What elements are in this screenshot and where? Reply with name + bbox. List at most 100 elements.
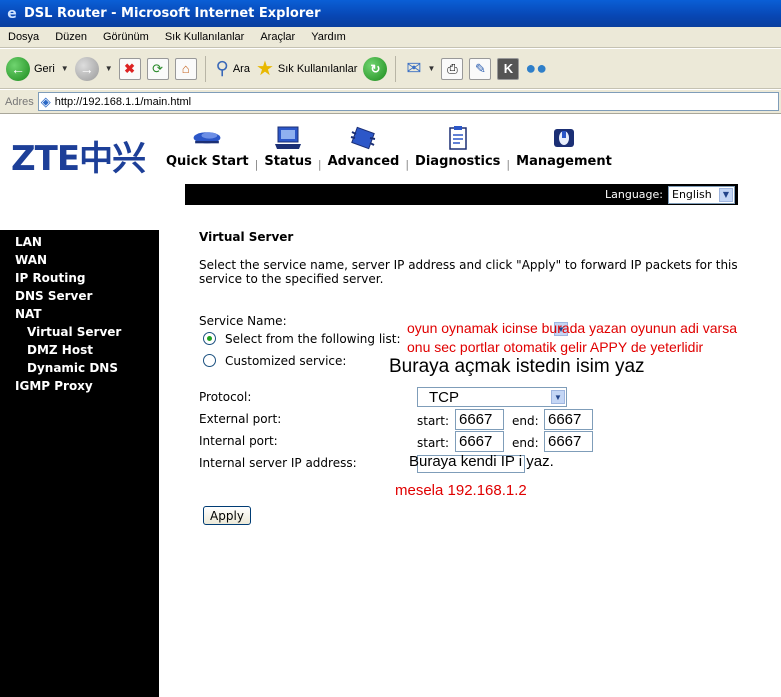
stop-icon: ✖ [118, 57, 141, 80]
sidebar-item-igmp-proxy[interactable]: IGMP Proxy [0, 377, 159, 395]
discuss-button[interactable]: K [497, 54, 520, 84]
ext-start-value: 6667 [459, 411, 493, 428]
option-custom-row: Customized service: [199, 354, 346, 368]
sidebar-item-dmz-host[interactable]: DMZ Host [0, 341, 159, 359]
refresh-button[interactable]: ⟳ [146, 54, 169, 84]
favorites-label: Sık Kullanılanlar [277, 62, 358, 75]
mail-button[interactable]: ✉ ▼ [406, 54, 435, 84]
protocol-label: Protocol: [199, 390, 252, 404]
forward-dropdown-icon[interactable]: ▼ [105, 64, 113, 73]
language-bar: Language: English ▼ [185, 184, 738, 205]
sidebar-item-ip-routing[interactable]: IP Routing [0, 269, 159, 287]
menu-view[interactable]: Görünüm [95, 31, 157, 43]
top-navigation: Quick Start | Status | Advanced | Diagno… [160, 123, 618, 173]
page-icon: ◈ [40, 93, 51, 109]
sidebar-item-nat[interactable]: NAT [0, 305, 159, 323]
nav-diagnostics[interactable]: Diagnostics [409, 123, 506, 169]
protocol-value: TCP [429, 388, 459, 406]
language-label: Language: [605, 188, 663, 201]
int-start-label: start: [417, 436, 449, 450]
nav-status[interactable]: Status [258, 123, 318, 169]
nav-management[interactable]: Management [510, 123, 618, 169]
back-label: Geri [34, 62, 55, 75]
toolbar-separator [204, 55, 206, 82]
back-button[interactable]: ← Geri ▼ [6, 54, 69, 84]
annotation-ip-example: mesela 192.168.1.2 [395, 482, 527, 499]
annotation-ip: Buraya kendi IP i yaz. [409, 453, 554, 470]
menu-favorites[interactable]: Sık Kullanılanlar [157, 31, 253, 43]
sidebar-item-wan[interactable]: WAN [0, 251, 159, 269]
service-name-label: Service Name: [199, 314, 287, 328]
server-ip-label: Internal server IP address: [199, 456, 357, 470]
ie-icon: e [7, 5, 17, 22]
select-service-radio[interactable] [203, 332, 216, 345]
sidebar: LAN WAN IP Routing DNS Server NAT Virtua… [0, 230, 159, 697]
address-input[interactable]: ◈ http://192.168.1.1/main.html [37, 92, 779, 111]
option-select-row: Select from the following list: [199, 332, 401, 346]
menu-edit[interactable]: Düzen [47, 31, 95, 43]
ext-end-label: end: [512, 414, 539, 428]
search-button[interactable]: ⚲ Ara [216, 54, 250, 84]
internal-end-input[interactable]: 6667 [544, 431, 593, 452]
forward-button[interactable]: → ▼ [74, 54, 113, 84]
external-end-input[interactable]: 6667 [544, 409, 593, 430]
nav-advanced[interactable]: Advanced [322, 123, 406, 169]
internal-port-label: Internal port: [199, 434, 278, 448]
nav-label: Status [264, 154, 312, 169]
protocol-select[interactable]: TCP ▼ [417, 387, 567, 407]
clipboard-icon [443, 126, 473, 150]
logo-latin: ZTE [11, 139, 80, 179]
nav-label: Quick Start [166, 154, 249, 169]
mail-dropdown-icon[interactable]: ▼ [427, 64, 435, 73]
chevron-down-icon: ▼ [719, 187, 733, 202]
custom-service-radio[interactable] [203, 354, 216, 367]
sidebar-item-dynamic-dns[interactable]: Dynamic DNS [0, 359, 159, 377]
external-start-input[interactable]: 6667 [455, 409, 504, 430]
chevron-down-icon: ▼ [551, 390, 565, 404]
menu-help[interactable]: Yardım [303, 31, 354, 43]
nav-label: Diagnostics [415, 154, 501, 169]
messenger-icon: ●● [525, 58, 548, 78]
external-port-label: External port: [199, 412, 282, 426]
print-button[interactable]: ⎙ [441, 54, 464, 84]
back-dropdown-icon[interactable]: ▼ [61, 64, 69, 73]
search-label: Ara [232, 62, 250, 75]
nav-label: Advanced [327, 154, 400, 169]
zte-logo: ZTE中兴 [11, 131, 146, 180]
sidebar-item-dns-server[interactable]: DNS Server [0, 287, 159, 305]
home-button[interactable]: ⌂ [174, 54, 197, 84]
language-value: English [672, 188, 712, 201]
menu-tools[interactable]: Araçlar [252, 31, 303, 43]
messenger-button[interactable]: ●● [525, 54, 547, 84]
nav-label: Management [516, 154, 612, 169]
sidebar-item-virtual-server[interactable]: Virtual Server [0, 323, 159, 341]
internal-start-input[interactable]: 6667 [455, 431, 504, 452]
sidebar-item-lan[interactable]: LAN [0, 233, 159, 251]
quick-start-icon [192, 126, 222, 150]
int-start-value: 6667 [459, 433, 493, 450]
page-title: Virtual Server [199, 230, 294, 244]
stop-button[interactable]: ✖ [118, 54, 141, 84]
address-bar: Adres ◈ http://192.168.1.1/main.html [0, 90, 781, 114]
nav-quick-start[interactable]: Quick Start [160, 123, 255, 169]
menu-file[interactable]: Dosya [0, 31, 47, 43]
menu-bar: Dosya Düzen Görünüm Sık Kullanılanlar Ar… [0, 27, 781, 48]
back-arrow-icon: ← [6, 56, 30, 81]
int-end-value: 6667 [548, 433, 582, 450]
edit-button[interactable]: ✎ [469, 54, 492, 84]
history-button[interactable]: ↻ [363, 54, 388, 84]
apply-button[interactable]: Apply [203, 506, 251, 525]
history-icon: ↻ [363, 56, 388, 81]
language-select[interactable]: English ▼ [668, 185, 735, 204]
annotation-red-line1: oyun oynamak icinse burada yazan oyunun … [407, 320, 737, 336]
option-custom-label: Customized service: [225, 354, 347, 368]
favorites-button[interactable]: ★ Sık Kullanılanlar [256, 54, 357, 84]
chip-icon [348, 126, 378, 150]
edit-icon: ✎ [469, 57, 492, 80]
address-url: http://192.168.1.1/main.html [54, 95, 192, 108]
laptop-icon [273, 126, 303, 150]
home-icon: ⌂ [174, 57, 197, 80]
printer-icon: ⎙ [441, 57, 464, 80]
annotation-red-line2: onu sec portlar otomatik gelir APPY de y… [407, 339, 704, 355]
page-viewport: ZTE中兴 Quick Start | Status | Advanced | [0, 115, 781, 697]
